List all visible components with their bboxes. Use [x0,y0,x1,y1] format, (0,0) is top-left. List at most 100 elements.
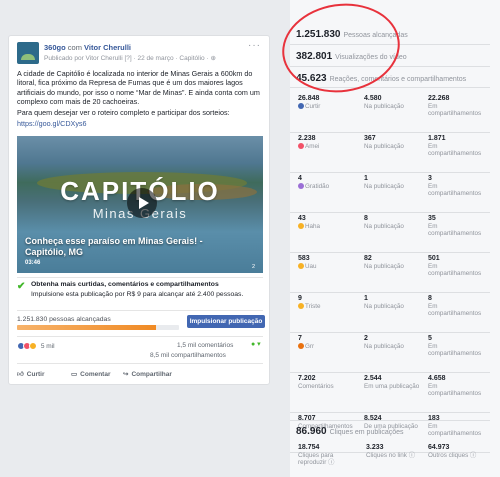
boost-post-button[interactable]: Impulsionar publicação [187,315,265,328]
reaction-row-on-shares: 35 Em compartilhamentos [428,215,490,238]
post-link[interactable]: https://goo.gl/CDXys6 [17,119,87,128]
boost-promo: ✔ Obtenha mais curtidas, comentários e c… [17,280,263,308]
post-body: A cidade de Capitólio é localizada no in… [17,69,267,131]
share-label: Compartilhar [131,371,172,378]
comment-button[interactable]: ▭ Comentar [71,370,111,378]
on-post-label: Na publicação [364,342,404,350]
divider [290,332,490,333]
comments_row-total-value: 7.202 [298,375,316,382]
reaction-name: Amei [305,142,320,150]
reaction-icon [298,142,304,149]
on-shares-label: Em compartilhamentos [428,342,482,358]
comment-icon: ▭ [71,371,78,378]
shares-count[interactable]: 8,5 mil compartilhamentos [150,352,226,359]
clicks-value: 86.960 [296,426,327,437]
on-shares-label: Em compartilhamentos [428,142,482,158]
shares_row-total-value: 8.707 [298,415,316,422]
boost-description: Impulsione esta publicação por R$ 9 para… [31,291,244,298]
reaction-on-post-value: 82 [364,255,372,262]
other-clicks: 64.973 Outros cliques ⓘ [428,444,494,459]
reaction-name: Uau [305,262,317,270]
on-post-label: Na publicação [364,102,404,110]
page-name-link[interactable]: 360go [44,43,66,52]
reaction-total-value: 9 [298,295,302,302]
reach-progress-fill [17,325,157,330]
shares_row-on-shares-label: Em compartilhamentos [428,422,482,438]
divider [17,363,263,364]
shares_row-on-shares: 183 Em compartilhamentos [428,415,490,438]
reaction-on-shares-value: 8 [428,295,432,302]
reaction-row-on-shares: 5 Em compartilhamentos [428,335,490,358]
on-post-label: Na publicação [364,182,404,190]
play-icon[interactable] [127,188,157,218]
on-shares-label: Em compartilhamentos [428,302,482,318]
divider [290,252,490,253]
reaction-row-on-shares: 1.871 Em compartilhamentos [428,135,490,158]
video-duration: 03:46 [25,260,41,266]
info-icon[interactable]: ⓘ [470,452,476,459]
like-button[interactable]: 👍︎ Curtir [17,370,45,378]
reaction-row-total: 4 Gratidão [298,175,358,190]
reaction-row-on-shares: 3 Em compartilhamentos [428,175,490,198]
reaction-icon [298,182,304,189]
reaction-total-value: 2.238 [298,135,316,142]
reaction-total-value: 43 [298,215,306,222]
post-date-location[interactable]: [?] · 22 de março · Capitólio · [124,55,210,62]
comment-label: Comentar [80,371,111,378]
reaction-on-post-value: 4.580 [364,95,382,102]
with-text: com [67,43,82,52]
reaction-row-on-post: 4.580 Na publicação [364,95,420,110]
info-icon[interactable]: ⓘ [409,452,415,459]
comments_row-on-shares: 4.658 Em compartilhamentos [428,375,490,398]
reaction-row-on-post: 2 Na publicação [364,335,420,350]
share-icon: ↪ [123,371,129,378]
info-icon[interactable]: ⓘ [328,459,334,466]
on-post-label: Na publicação [364,142,404,150]
reaction-on-post-value: 2 [364,335,368,342]
reactions-summary[interactable]: 5 mil [17,342,55,350]
post-header: 360go com Vitor Cherulli [44,43,131,52]
person-link[interactable]: Vitor Cherulli [84,43,131,52]
comments_row-on-post-value: 2.544 [364,375,382,382]
reaction-icon [298,222,304,229]
comments_row-on-shares-label: Em compartilhamentos [428,382,482,398]
reach-progress-bar [17,325,179,330]
reaction-row-total: 43 Haha [298,215,358,230]
page-avatar[interactable] [17,42,39,64]
reaction-row-on-post: 367 Na publicação [364,135,420,150]
reaction-name: Gratidão [305,182,330,190]
video-caption: Conheça esse paraíso em Minas Gerais! - … [25,236,203,257]
reaction-on-shares-value: 22.268 [428,95,450,102]
reaction-on-shares-value: 5 [428,335,432,342]
reaction-row-on-shares: 501 Em compartilhamentos [428,255,490,278]
reaction-on-post-value: 1 [364,175,368,182]
reaction-on-shares-value: 501 [428,255,440,262]
divider [290,172,490,173]
play-clicks: 18.754 Cliques para reproduzir ⓘ [298,444,358,467]
reaction-row-on-post: 1 Na publicação [364,175,420,190]
reaction-total-value: 7 [298,335,302,342]
divider [17,336,263,337]
shares_row-on-post-value: 8.524 [364,415,382,422]
comments-count[interactable]: 1,5 mil comentários [177,342,233,349]
post-paragraph-1: A cidade de Capitólio é localizada no in… [17,69,260,106]
more-options-icon[interactable]: ··· [248,40,261,51]
post-paragraph-2: Para quem desejar ver o roteiro completo… [17,108,230,118]
globe-icon: ⊕ [210,55,216,62]
on-shares-label: Em compartilhamentos [428,182,482,198]
audience-icon[interactable]: ● ▾ [251,340,261,348]
other-clicks-label: Outros cliques [428,451,469,459]
reaction-row-total: 26.848 Curtir [298,95,358,110]
share-button[interactable]: ↪ Compartilhar [123,370,172,378]
comments_row-on-shares-value: 4.658 [428,375,446,382]
on-shares-label: Em compartilhamentos [428,102,482,118]
on-post-label: Na publicação [364,302,404,310]
link-clicks-label: Cliques no link [366,451,407,459]
reaction-on-post-value: 1 [364,295,368,302]
shares_row-on-shares-value: 183 [428,415,440,422]
reaction-total-value: 4 [298,175,302,182]
video-player[interactable]: CAPITÓLIO Minas Gerais Conheça esse para… [17,136,263,273]
boost-title: Obtenha mais curtidas, comentários e com… [31,281,219,288]
link-clicks: 3.233 Cliques no link ⓘ [366,444,426,459]
video-corner-number: 2 [251,264,255,270]
